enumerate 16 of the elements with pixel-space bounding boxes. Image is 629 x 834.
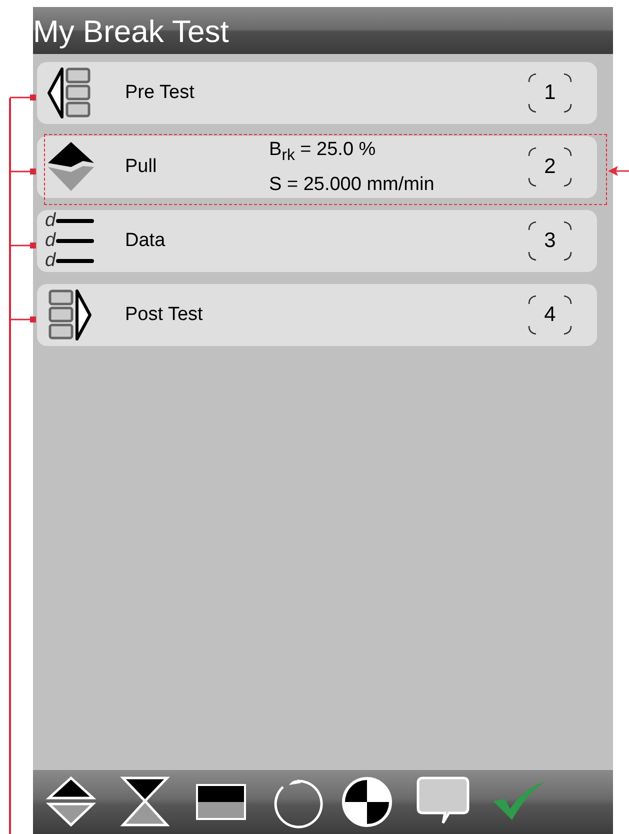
step-row[interactable]: d d d Data 3 (37, 210, 597, 272)
step-number: 3 (528, 221, 572, 261)
step-number: 4 (528, 295, 572, 335)
step-row[interactable]: Pull B$_{rk}$ = 25.0 % S = 25.000 mm/min 2 (37, 136, 597, 198)
step-label: Data (125, 230, 166, 252)
step-number: 1 (528, 73, 572, 113)
step-label: Post Test (125, 304, 203, 326)
step-row[interactable]: Post Test 4 (37, 284, 597, 346)
parameter-text: S = 25.000 mm/min (269, 172, 434, 197)
callout-arrow (608, 165, 629, 177)
parameter-text: B$_{rk}$ = 25.0 % (269, 138, 377, 166)
window-title: My Break Test (33, 13, 229, 51)
step-label: Pre Test (125, 82, 194, 104)
step-row[interactable]: Pre Test 1 (37, 62, 597, 124)
step-number: 2 (528, 147, 572, 187)
step-label: Pull (125, 156, 157, 178)
